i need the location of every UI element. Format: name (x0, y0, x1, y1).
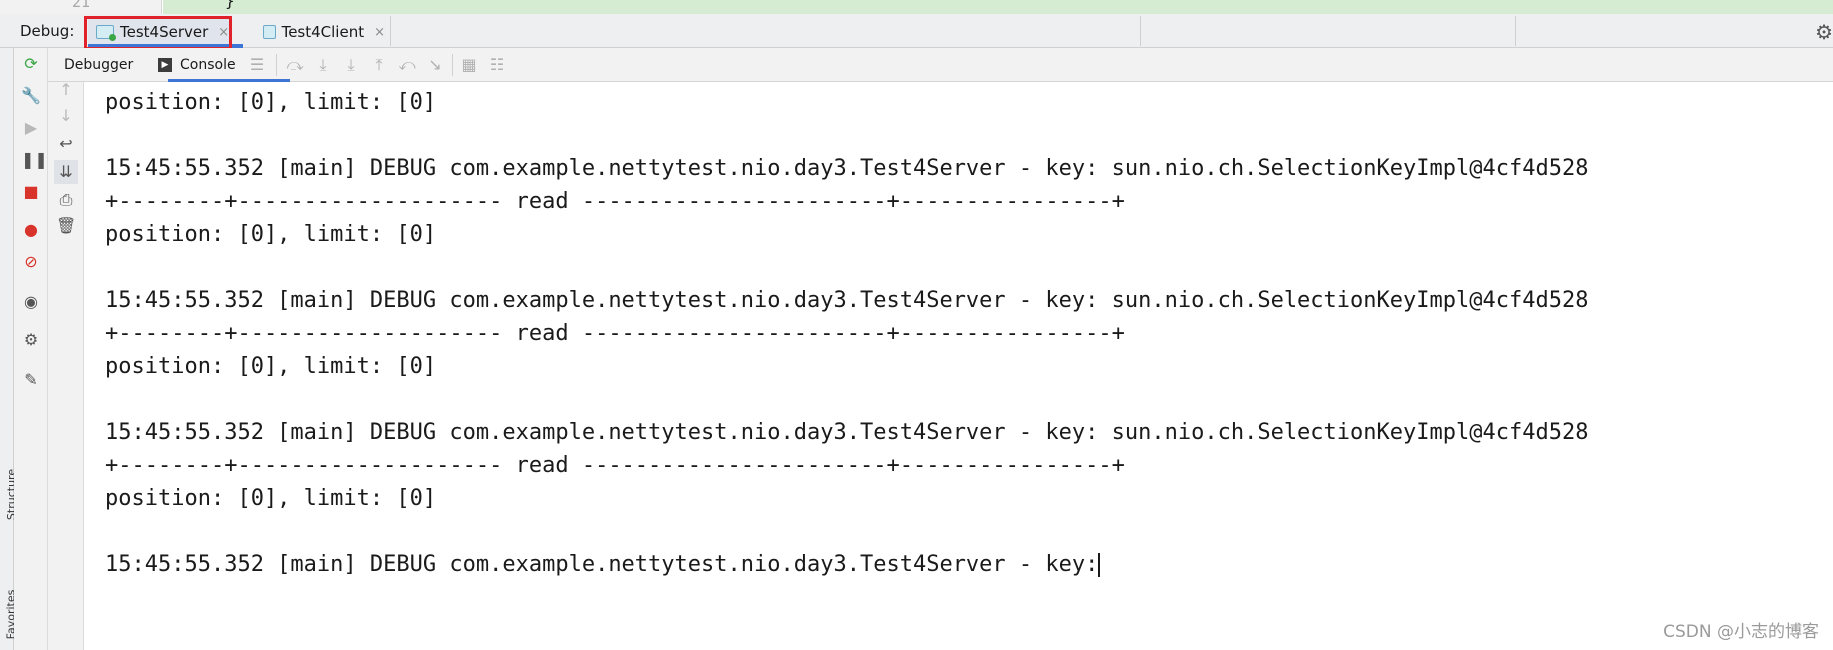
console-output[interactable]: position: [0], limit: [0] 15:45:55.352 [… (85, 82, 1833, 650)
toolbar-separator (452, 54, 453, 76)
editor-code: } (225, 0, 235, 10)
line-number: 21 (72, 0, 91, 11)
debug-actions-toolbar: ⟳ 🔧 ▶ ❚❚ ■ ● ⊘ ◉ ⚙ ✎ (14, 48, 48, 650)
console-line-last: 15:45:55.352 [main] DEBUG com.example.ne… (105, 550, 1101, 580)
highlight-box (84, 16, 232, 50)
resume-icon[interactable]: ▶ (21, 118, 41, 138)
tab-separator (1515, 16, 1516, 46)
tab-separator (390, 16, 391, 46)
run-config-icon (263, 25, 276, 39)
drop-frame-icon[interactable]: ⤺ (398, 56, 416, 74)
step-over-icon[interactable]: ⤼ (286, 56, 304, 74)
arrow-up-icon[interactable]: ↑ (56, 80, 76, 100)
tab-separator (1140, 16, 1141, 46)
settings-icon[interactable]: ⚙ (21, 330, 41, 350)
pin-icon[interactable]: ✎ (21, 370, 41, 390)
left-tool-rail: Structure Favorites (0, 48, 18, 650)
print-icon[interactable]: ⎙ (56, 190, 76, 210)
console-line: 15:45:55.352 [main] DEBUG com.example.ne… (105, 156, 1589, 181)
rerun-icon[interactable]: ⟳ (21, 54, 41, 74)
text-caret (1098, 553, 1101, 577)
debug-label: Debug: (20, 22, 75, 40)
layout-icon[interactable]: ☰ (248, 56, 266, 74)
gear-icon[interactable]: ⚙ (1815, 20, 1833, 44)
close-icon[interactable]: × (374, 25, 385, 40)
scroll-to-end-icon[interactable]: ⇊ (54, 160, 78, 184)
trace-icon[interactable]: ☷ (488, 56, 506, 74)
mute-breakpoints-icon[interactable]: ⊘ (21, 252, 41, 272)
camera-icon[interactable]: ◉ (21, 292, 41, 312)
tab-console[interactable]: Console (180, 48, 236, 82)
tab-label: Console (180, 57, 236, 73)
stop-icon[interactable]: ■ (21, 182, 41, 202)
soft-wrap-icon[interactable]: ↩ (56, 134, 76, 154)
console-line: position: [0], limit: [0] (105, 222, 437, 247)
editor-code-area[interactable]: } (163, 0, 1833, 14)
trash-icon[interactable]: 🗑 (56, 216, 76, 236)
console-line: +--------+-------------------- read ----… (105, 189, 1125, 214)
console-line: position: [0], limit: [0] (105, 90, 437, 115)
editor-gutter: 21 (0, 0, 162, 14)
console-actions-toolbar: ↑ ↓ ↩ ⇊ ⎙ 🗑 (48, 80, 84, 650)
watermark: CSDN @小志的博客 (1663, 622, 1819, 642)
view-breakpoints-icon[interactable]: ● (21, 220, 41, 240)
tab-label: Test4Client (281, 23, 365, 41)
arrow-down-icon[interactable]: ↓ (56, 106, 76, 126)
console-line: 15:45:55.352 [main] DEBUG com.example.ne… (105, 420, 1589, 445)
wrench-icon[interactable]: 🔧 (21, 86, 41, 106)
step-into-icon[interactable]: ⤓ (314, 56, 332, 74)
console-line: +--------+-------------------- read ----… (105, 321, 1125, 346)
debugger-sub-toolbar: Debugger ▶ Console ☰ ⤼ ⤓ ⤓ ⤒ ⤺ ↘ ▦ ☷ (48, 48, 1833, 82)
pause-icon[interactable]: ❚❚ (21, 150, 48, 170)
force-step-into-icon[interactable]: ⤓ (342, 56, 360, 74)
console-line: +--------+-------------------- read ----… (105, 453, 1125, 478)
editor-strip: 21 } (0, 0, 1833, 14)
evaluate-icon[interactable]: ▦ (460, 56, 478, 74)
debug-header: Debug: Test4Server × Test4Client × ⚙ (0, 14, 1833, 50)
console-line-text: 15:45:55.352 [main] DEBUG com.example.ne… (105, 552, 1099, 577)
tab-label: Debugger (64, 57, 134, 73)
tab-debugger[interactable]: Debugger (64, 48, 133, 82)
console-line: position: [0], limit: [0] (105, 354, 437, 379)
console-line: position: [0], limit: [0] (105, 486, 437, 511)
run-to-cursor-icon[interactable]: ↘ (426, 56, 444, 74)
console-line: 15:45:55.352 [main] DEBUG com.example.ne… (105, 288, 1589, 313)
toolbar-separator (276, 54, 277, 76)
console-icon: ▶ (158, 58, 172, 72)
tab-test4client[interactable]: Test4Client × (255, 18, 385, 46)
step-out-icon[interactable]: ⤒ (370, 56, 388, 74)
